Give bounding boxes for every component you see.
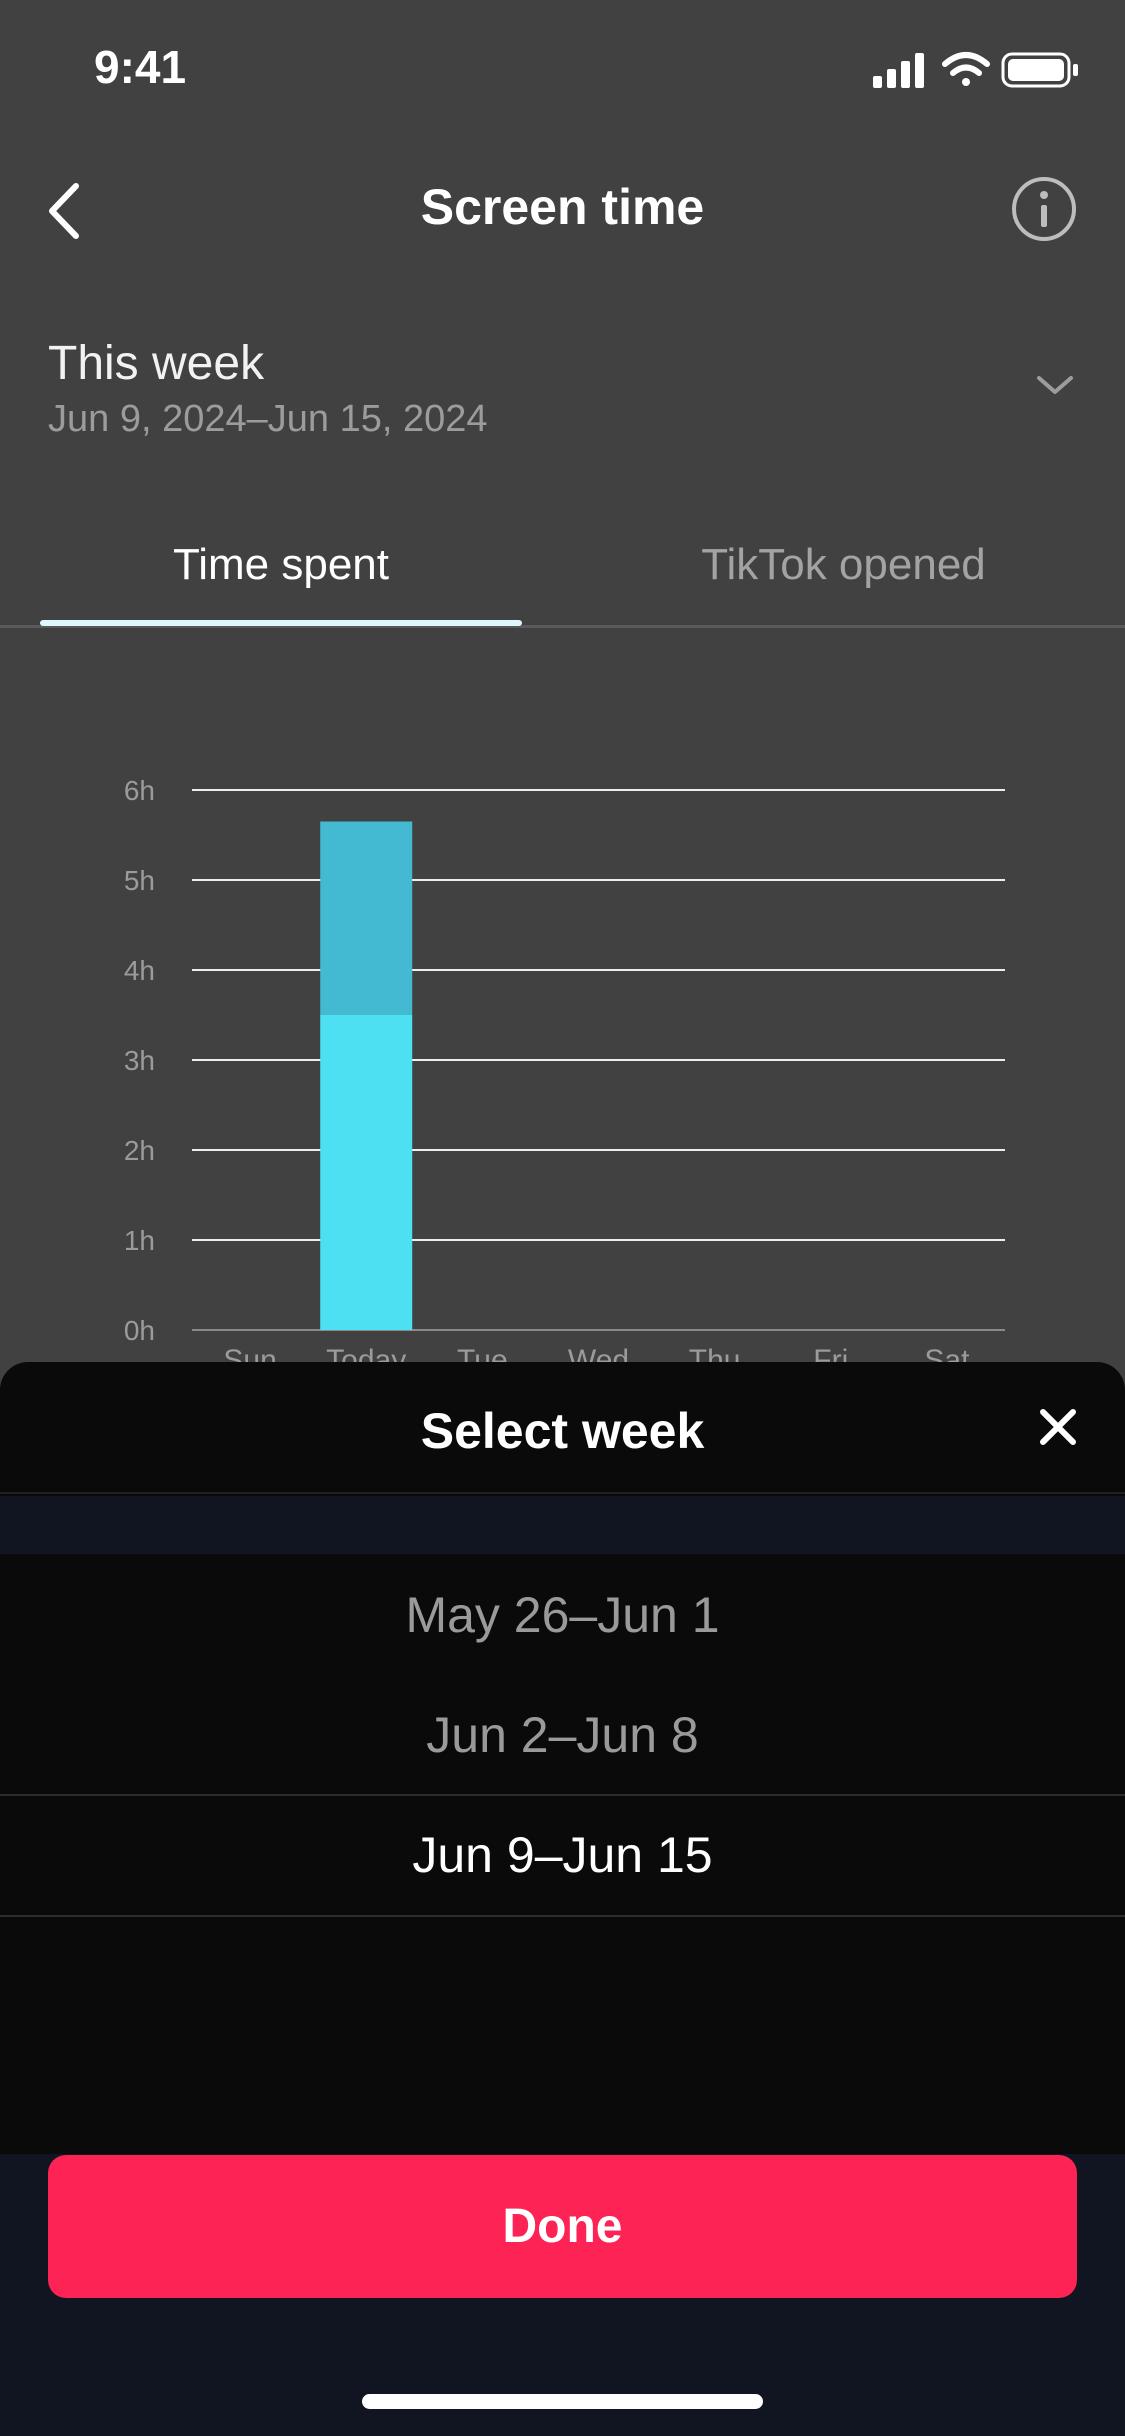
week-option[interactable]: Jun 2–Jun 8 bbox=[0, 1675, 1125, 1795]
wifi-icon bbox=[942, 52, 990, 86]
status-time: 9:41 bbox=[94, 41, 187, 93]
week-selector-title: This week bbox=[48, 337, 265, 390]
screen-time-screen: 9:41 Screen time This week Jun 9, 2024–J… bbox=[0, 0, 1125, 2436]
home-indicator bbox=[362, 2394, 763, 2409]
y-tick-label: 3h bbox=[124, 1045, 155, 1076]
info-icon[interactable] bbox=[1009, 174, 1079, 244]
tab-time-spent[interactable]: Time spent bbox=[0, 540, 562, 590]
y-tick-label: 1h bbox=[124, 1225, 155, 1256]
status-icons bbox=[873, 52, 1078, 88]
page-title: Screen time bbox=[420, 179, 705, 235]
done-button[interactable]: Done bbox=[48, 2155, 1077, 2298]
select-week-sheet: Select week May 26–Jun 1 Jun 2–Jun 8 Jun… bbox=[0, 1362, 1125, 2436]
week-selector-range: Jun 9, 2024–Jun 15, 2024 bbox=[48, 398, 488, 440]
active-tab-indicator bbox=[40, 620, 522, 626]
status-bar: 9:41 bbox=[0, 0, 1125, 140]
y-tick-label: 0h bbox=[124, 1315, 155, 1346]
battery-icon bbox=[1001, 52, 1078, 88]
sheet-divider-band bbox=[0, 1496, 1125, 1554]
y-tick-label: 2h bbox=[124, 1135, 155, 1166]
bar-segment bbox=[320, 1015, 413, 1330]
week-option[interactable]: May 26–Jun 1 bbox=[0, 1555, 1125, 1675]
picker-selection-line-bottom bbox=[0, 1915, 1125, 1917]
y-tick-label: 4h bbox=[124, 955, 155, 986]
sheet-title: Select week bbox=[420, 1403, 705, 1459]
sheet-header: Select week bbox=[0, 1362, 1125, 1494]
screen-time-chart: 0h1h2h3h4h5h6hSun Today Tue Wed Thu Fri Sat bbox=[124, 775, 1005, 1377]
chevron-down-icon bbox=[1037, 376, 1073, 394]
cellular-signal-icon bbox=[873, 53, 924, 88]
week-selector[interactable]: This week Jun 9, 2024–Jun 15, 2024 bbox=[0, 330, 1125, 460]
week-option-selected[interactable]: Jun 9–Jun 15 bbox=[0, 1795, 1125, 1915]
tab-tiktok-opened[interactable]: TikTok opened bbox=[562, 540, 1125, 590]
y-tick-label: 5h bbox=[124, 865, 155, 896]
close-icon[interactable] bbox=[1033, 1402, 1083, 1452]
y-tick-label: 6h bbox=[124, 775, 155, 806]
tab-bar: Time spent TikTok opened bbox=[0, 530, 1125, 628]
bar-segment bbox=[320, 821, 413, 1015]
